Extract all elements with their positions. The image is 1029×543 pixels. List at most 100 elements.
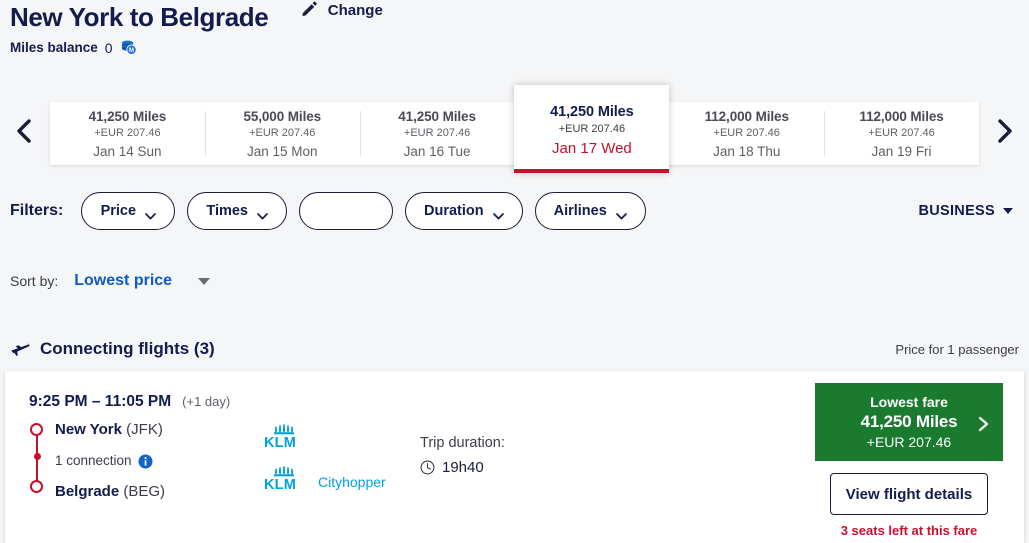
date-label: Jan 15 Mon bbox=[246, 144, 318, 159]
date-miles: 41,250 Miles bbox=[88, 109, 167, 124]
date-cell[interactable]: 41,250 Miles +EUR 207.46 Jan 14 Sun bbox=[50, 102, 205, 165]
seats-left-warning: 3 seats left at this fare bbox=[840, 523, 978, 538]
chevron-right-icon bbox=[978, 416, 989, 432]
chevron-down-icon bbox=[257, 208, 268, 219]
chevron-left-icon bbox=[15, 118, 35, 149]
chevron-right-icon bbox=[994, 118, 1014, 149]
sort-bar: Sort by: Lowest price bbox=[10, 272, 211, 290]
date-eur: +EUR 207.46 bbox=[94, 127, 161, 139]
results-section-header: Connecting flights (3) Price for 1 passe… bbox=[10, 339, 1019, 359]
cabin-class-value: BUSINESS bbox=[918, 203, 995, 219]
change-label: Change bbox=[327, 1, 383, 19]
page-title: New York to Belgrade bbox=[10, 2, 269, 32]
flight-times: 9:25 PM – 11:05 PM bbox=[29, 393, 172, 410]
date-label: Jan 17 Wed bbox=[552, 140, 632, 157]
trip-duration-block: Trip duration: 19h40 bbox=[400, 371, 660, 543]
price-passenger-note: Price for 1 passenger bbox=[895, 341, 1019, 357]
sort-label: Sort by: bbox=[10, 273, 59, 289]
filter-label: Times bbox=[206, 203, 248, 219]
fare-label: Lowest fare bbox=[870, 394, 948, 410]
date-eur: +EUR 207.46 bbox=[868, 127, 935, 139]
airline-sublabel: Cityhopper bbox=[318, 474, 386, 490]
miles-balance-value: 0 bbox=[104, 39, 113, 56]
sort-value[interactable]: Lowest price bbox=[74, 272, 172, 290]
filter-duration-button[interactable]: Duration bbox=[405, 192, 523, 230]
chevron-down-icon bbox=[615, 208, 627, 219]
filter-label: Price bbox=[100, 203, 137, 219]
trip-duration-row: 19h40 bbox=[420, 459, 660, 476]
filter-empty-button[interactable] bbox=[299, 192, 393, 230]
date-eur: +EUR 207.46 bbox=[249, 127, 316, 139]
results-title: Connecting flights (3) bbox=[40, 339, 215, 358]
flight-result-card[interactable]: 9:25 PM – 11:05 PM (+1 day) New York (JF… bbox=[5, 371, 1024, 543]
page-header: New York to Belgrade Change Miles balanc… bbox=[0, 0, 1029, 56]
svg-text:M: M bbox=[129, 48, 134, 54]
flight-plus-day: (+1 day) bbox=[182, 394, 231, 409]
date-strip: 41,250 Miles +EUR 207.46 Jan 14 Sun 55,0… bbox=[50, 84, 979, 173]
filters-label: Filters: bbox=[10, 202, 64, 219]
carousel-prev-button[interactable] bbox=[0, 93, 50, 173]
airline-row: KLM Cityhopper bbox=[263, 461, 400, 493]
date-eur: +EUR 207.46 bbox=[558, 123, 626, 135]
klm-logo: KLM bbox=[263, 423, 311, 451]
filter-label: Duration bbox=[424, 203, 484, 219]
date-cell[interactable]: 41,250 Miles +EUR 207.46 Jan 16 Tue bbox=[359, 102, 515, 165]
date-label: Jan 14 Sun bbox=[93, 144, 162, 159]
date-eur: +EUR 207.46 bbox=[403, 127, 471, 139]
operating-airlines: KLM KLM Cityhopper bbox=[255, 371, 400, 543]
connection-dot-icon bbox=[33, 453, 41, 460]
date-miles: 55,000 Miles bbox=[243, 109, 322, 124]
trip-duration-value: 19h40 bbox=[442, 459, 484, 476]
select-fare-button[interactable]: Lowest fare 41,250 Miles +EUR 207.46 bbox=[815, 383, 1003, 461]
airline-row: KLM bbox=[263, 419, 400, 451]
origin-row: New York (JFK) bbox=[55, 420, 255, 439]
date-label: Jan 16 Tue bbox=[403, 144, 471, 159]
view-flight-details-button[interactable]: View flight details bbox=[830, 473, 988, 515]
origin-city: New York bbox=[55, 421, 122, 438]
pencil-icon bbox=[301, 1, 319, 19]
klm-logo: KLM bbox=[263, 465, 311, 493]
filter-times-button[interactable]: Times bbox=[187, 192, 287, 230]
date-label: Jan 19 Fri bbox=[871, 144, 932, 159]
connection-row: 1 connection bbox=[55, 452, 255, 470]
date-eur: +EUR 207.46 bbox=[713, 127, 780, 139]
fare-miles: 41,250 Miles bbox=[860, 412, 958, 431]
svg-text:KLM: KLM bbox=[264, 477, 296, 491]
flight-search-results-page: New York to Belgrade Change Miles balanc… bbox=[0, 0, 1029, 543]
cabin-class-dropdown[interactable]: BUSINESS bbox=[918, 203, 1019, 219]
fare-eur: +EUR 207.46 bbox=[866, 434, 952, 450]
filter-price-button[interactable]: Price bbox=[81, 192, 176, 230]
destination-code: (BEG) bbox=[123, 483, 166, 500]
date-miles: 41,250 Miles bbox=[398, 109, 476, 124]
fare-actions: Lowest fare 41,250 Miles +EUR 207.46 Vie… bbox=[812, 371, 1024, 543]
filter-airlines-button[interactable]: Airlines bbox=[534, 192, 646, 230]
plane-icon bbox=[10, 339, 31, 359]
connection-count: 1 connection bbox=[55, 453, 132, 468]
chevron-down-icon[interactable] bbox=[198, 277, 211, 285]
svg-text:KLM: KLM bbox=[264, 435, 296, 449]
date-cell-selected[interactable]: 41,250 Miles +EUR 207.46 Jan 17 Wed bbox=[514, 84, 670, 173]
date-miles: 112,000 Miles bbox=[704, 109, 789, 124]
chevron-down-icon bbox=[145, 208, 156, 219]
date-miles: 41,250 Miles bbox=[550, 104, 634, 120]
miles-balance-label: Miles balance bbox=[10, 40, 98, 55]
change-search-button[interactable]: Change bbox=[301, 1, 383, 19]
destination-row: Belgrade (BEG) bbox=[55, 482, 255, 501]
date-label: Jan 18 Thu bbox=[713, 144, 781, 159]
filters-bar: Filters: Price Times Duration Airlines B… bbox=[10, 192, 1019, 230]
origin-dot-icon bbox=[30, 423, 43, 436]
filter-label: Airlines bbox=[553, 203, 607, 219]
carousel-next-button[interactable] bbox=[979, 93, 1029, 173]
destination-dot-icon bbox=[30, 480, 43, 493]
chevron-down-icon bbox=[492, 208, 504, 219]
clock-icon bbox=[420, 460, 435, 475]
date-cell[interactable]: 112,000 Miles +EUR 207.46 Jan 19 Fri bbox=[824, 102, 979, 165]
coins-icon: M bbox=[120, 39, 137, 56]
destination-city: Belgrade bbox=[55, 483, 120, 500]
origin-code: (JFK) bbox=[126, 421, 163, 438]
route-block: New York (JFK) 1 connection Belgrade (BE… bbox=[29, 420, 255, 501]
date-cell[interactable]: 55,000 Miles +EUR 207.46 Jan 15 Mon bbox=[204, 102, 360, 165]
date-cell[interactable]: 112,000 Miles +EUR 207.46 Jan 18 Thu bbox=[669, 102, 824, 165]
chevron-down-icon bbox=[1003, 208, 1013, 214]
info-icon[interactable] bbox=[138, 454, 153, 469]
